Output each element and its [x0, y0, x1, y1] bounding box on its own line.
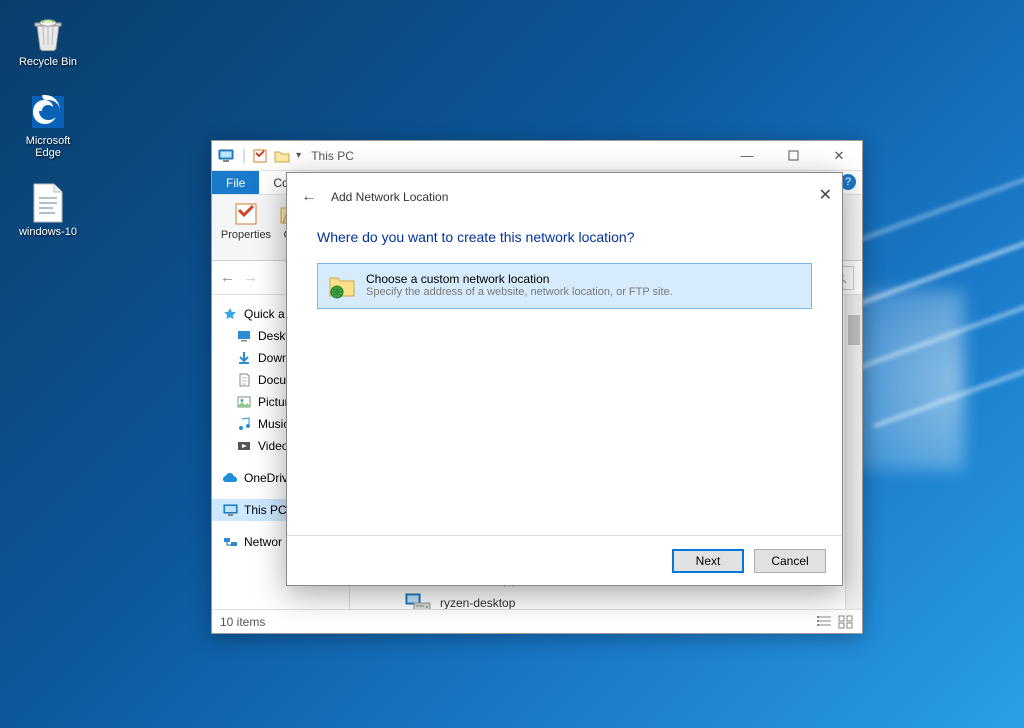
nav-label: Networ [244, 535, 282, 549]
desktop-icon-label: Recycle Bin [19, 56, 77, 69]
item-label: ryzen-desktop [440, 596, 515, 609]
edge-icon [27, 91, 69, 133]
explorer-titlebar[interactable]: | ▾ This PC — ✕ [212, 141, 862, 171]
document-icon [236, 372, 252, 388]
network-drive-icon [402, 591, 432, 609]
wizard-back-button[interactable]: ← [301, 188, 317, 206]
properties-icon [231, 199, 261, 229]
nav-label: Pictur [258, 395, 289, 409]
choice-description: Specify the address of a website, networ… [366, 286, 673, 298]
status-bar: 10 items [212, 609, 862, 633]
icons-view-button[interactable] [838, 615, 854, 629]
download-icon [236, 350, 252, 366]
nav-label: Quick a [244, 307, 285, 321]
cancel-button[interactable]: Cancel [754, 549, 826, 573]
nav-label: Music [258, 417, 289, 431]
video-icon [236, 438, 252, 454]
textfile-icon [27, 182, 69, 224]
thispc-icon [218, 148, 236, 164]
wizard-body: Where do you want to create this network… [287, 221, 842, 535]
quick-access-toolbar: | ▾ [218, 147, 301, 165]
scrollbar-thumb[interactable] [848, 315, 860, 345]
properties-qat-icon[interactable] [252, 148, 268, 164]
maximize-button[interactable] [770, 141, 816, 171]
wizard-footer: Next Cancel [287, 535, 842, 585]
status-items-count: 10 items [220, 615, 265, 629]
wizard-title: Add Network Location [331, 190, 448, 204]
choice-custom-location[interactable]: Choose a custom network location Specify… [317, 263, 812, 309]
desktop-icon-textfile[interactable]: windows-10 [8, 178, 88, 243]
wizard-close-button[interactable]: ✕ [819, 185, 832, 205]
nav-forward-button[interactable]: → [243, 269, 258, 286]
recycle-bin-icon [27, 12, 69, 54]
desktop-icon-label: Microsoft Edge [12, 135, 84, 160]
tab-file[interactable]: File [212, 171, 259, 194]
music-icon [236, 416, 252, 432]
nav-label: This PC [244, 503, 287, 517]
network-location-item[interactable]: ryzen-desktop [402, 591, 852, 609]
monitor-icon [222, 502, 238, 518]
nav-label: Down [258, 351, 289, 365]
desktop-icon-label: windows-10 [19, 226, 77, 239]
choice-title: Choose a custom network location [366, 272, 673, 286]
wizard-heading: Where do you want to create this network… [317, 229, 812, 245]
properties-button[interactable]: Properties [218, 199, 274, 241]
properties-label: Properties [221, 229, 271, 241]
add-network-location-wizard: ← Add Network Location ✕ Where do you wa… [286, 172, 843, 586]
scrollbar[interactable] [845, 295, 862, 609]
folder-globe-icon [328, 272, 356, 300]
minimize-button[interactable]: — [724, 141, 770, 171]
star-icon [222, 306, 238, 322]
pictures-icon [236, 394, 252, 410]
qat-dropdown-icon[interactable]: ▾ [296, 150, 301, 161]
close-button[interactable]: ✕ [816, 141, 862, 171]
desktop-icon-edge[interactable]: Microsoft Edge [8, 87, 88, 164]
window-title: This PC [311, 149, 354, 163]
cloud-icon [222, 470, 238, 486]
desktop-icon [236, 328, 252, 344]
wizard-header: ← Add Network Location ✕ [287, 173, 842, 221]
network-icon [222, 534, 238, 550]
folder-qat-icon[interactable] [274, 149, 290, 163]
nav-label: Video [258, 439, 288, 453]
nav-label: Docu [258, 373, 286, 387]
desktop-icons: Recycle Bin Microsoft Edge windows-10 [8, 8, 88, 257]
divider-icon: | [242, 147, 246, 165]
desktop-icon-recycle-bin[interactable]: Recycle Bin [8, 8, 88, 73]
details-view-button[interactable] [816, 615, 832, 629]
nav-back-button[interactable]: ← [220, 269, 235, 286]
nav-label: OneDriv [244, 471, 288, 485]
next-button[interactable]: Next [672, 549, 744, 573]
